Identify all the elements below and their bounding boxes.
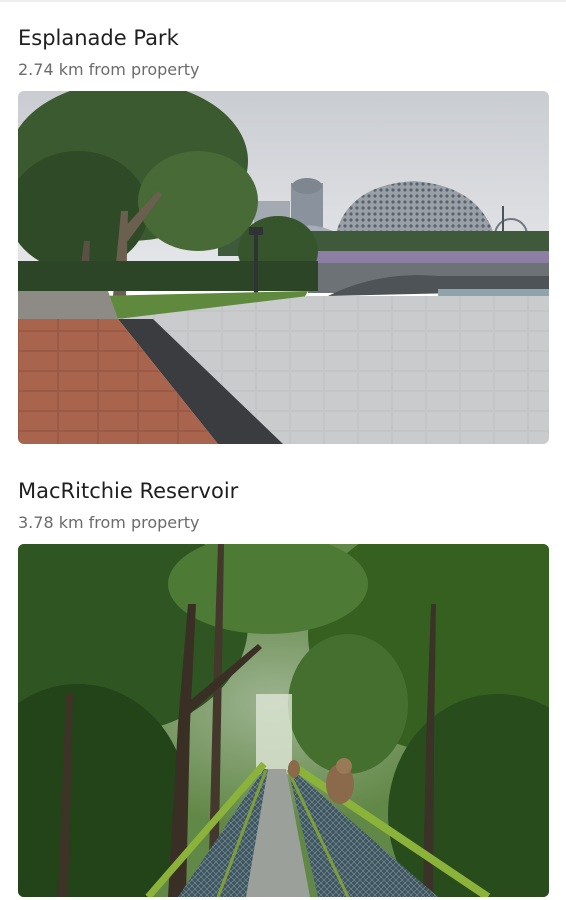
- attraction-title: Esplanade Park: [18, 26, 179, 50]
- attraction-title: MacRitchie Reservoir: [18, 479, 239, 503]
- attraction-photo-macritchie-reservoir[interactable]: [18, 544, 549, 897]
- esplanade-park-photo: [18, 91, 549, 444]
- attraction-photo-esplanade-park[interactable]: [18, 91, 549, 444]
- top-divider: [0, 0, 566, 2]
- attraction-distance: 3.78 km from property: [18, 513, 200, 532]
- attraction-distance: 2.74 km from property: [18, 60, 200, 79]
- macritchie-reservoir-photo: [18, 544, 549, 897]
- attraction-card-esplanade-park[interactable]: Esplanade Park 2.74 km from property: [18, 24, 549, 444]
- attraction-card-macritchie-reservoir[interactable]: MacRitchie Reservoir 3.78 km from proper…: [18, 477, 549, 897]
- nearby-attractions-page: Esplanade Park 2.74 km from property Mac…: [0, 0, 566, 900]
